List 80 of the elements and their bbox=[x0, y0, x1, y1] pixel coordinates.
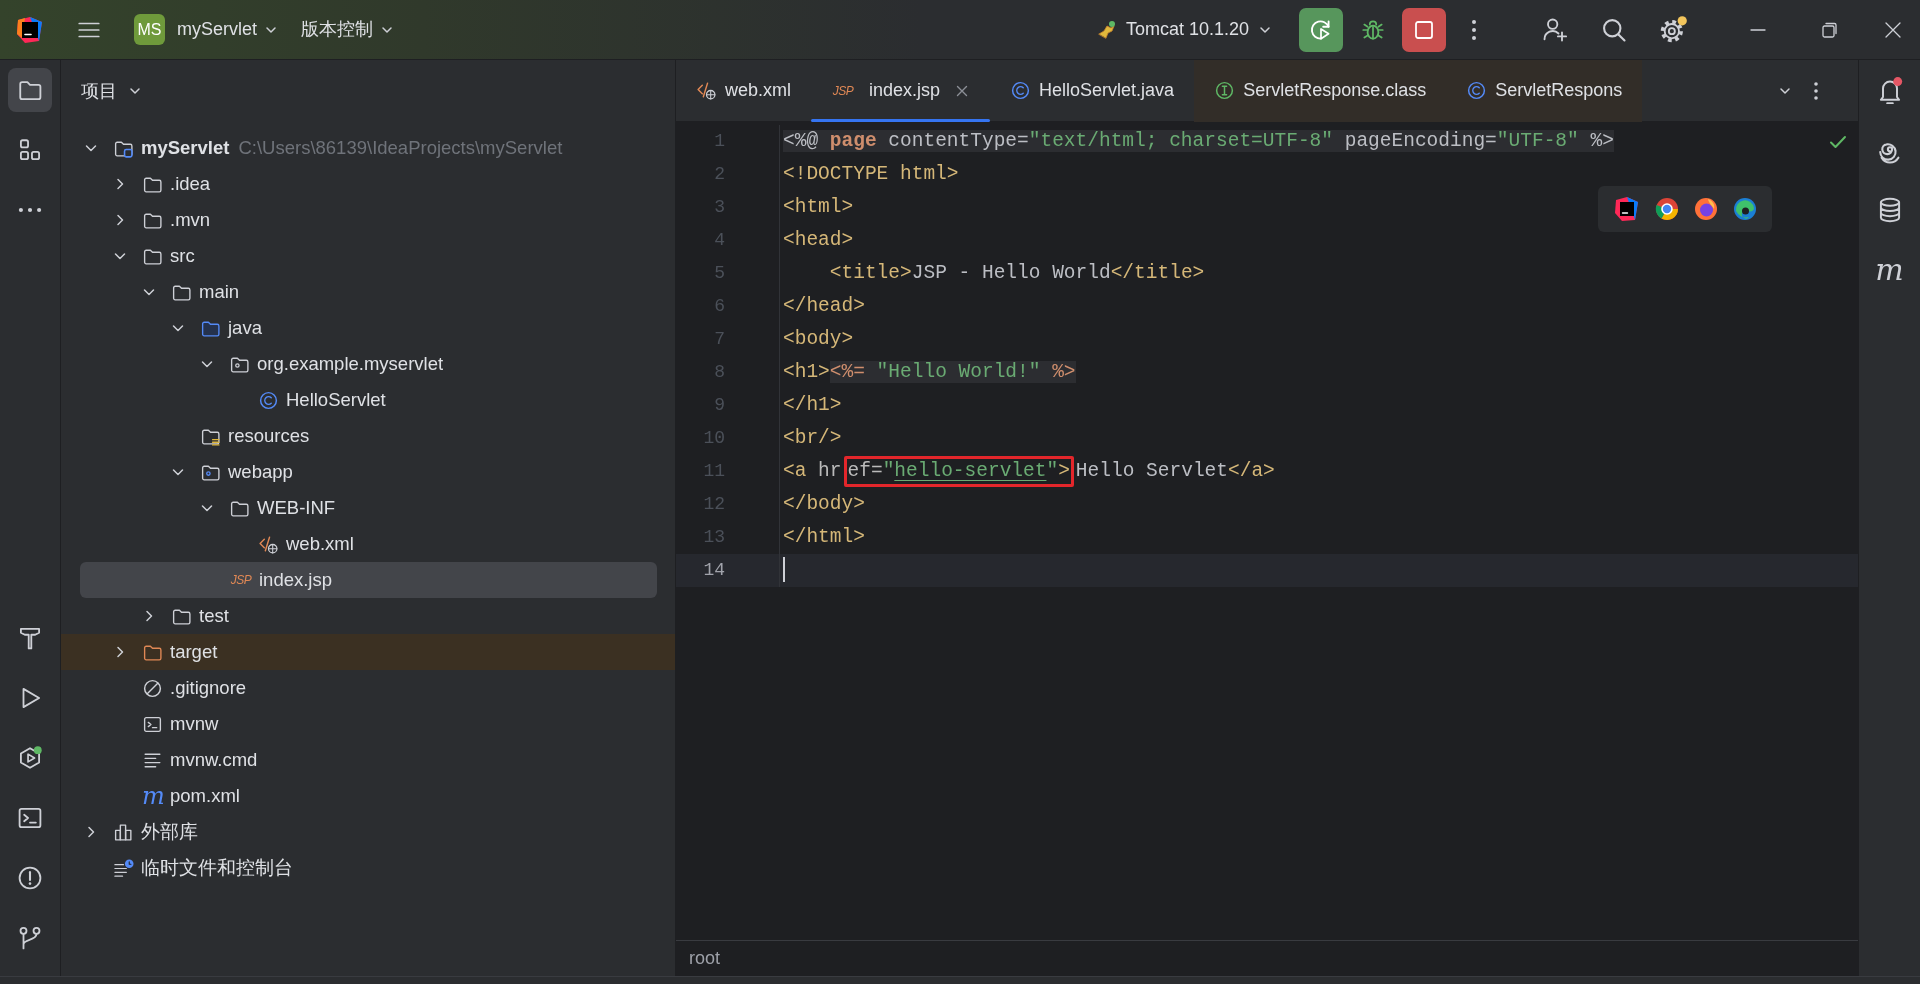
tree-item[interactable]: test bbox=[80, 598, 657, 634]
structure-icon[interactable] bbox=[17, 137, 43, 163]
more-icon[interactable] bbox=[1471, 17, 1477, 42]
code-line: <br/> bbox=[782, 426, 842, 451]
browser-icon[interactable] bbox=[1732, 197, 1757, 221]
tree-item[interactable]: m pom.xml bbox=[80, 778, 657, 814]
maven-icon: m bbox=[142, 784, 164, 808]
more-icon[interactable] bbox=[1813, 79, 1819, 102]
vcs-menu[interactable]: 版本控制 bbox=[301, 16, 395, 43]
code-line: </body> bbox=[782, 492, 865, 517]
class-icon bbox=[258, 389, 279, 411]
code-line: </h1> bbox=[782, 393, 842, 418]
library-icon bbox=[113, 821, 134, 843]
warning-icon[interactable] bbox=[17, 865, 43, 891]
code-line: <!DOCTYPE html> bbox=[782, 162, 959, 187]
interface-icon bbox=[1214, 80, 1236, 101]
code-line: </head> bbox=[782, 294, 865, 319]
xml-file-icon bbox=[696, 80, 717, 101]
restore-icon[interactable] bbox=[1821, 20, 1839, 39]
text-cursor bbox=[783, 557, 785, 583]
code-text: Hello Servlet</a> bbox=[1075, 460, 1275, 482]
code-line: <head> bbox=[782, 228, 854, 253]
class-icon bbox=[1466, 80, 1488, 101]
project-path: C:\Users\86139\IdeaProjects\myServlet bbox=[238, 136, 563, 161]
tree-item[interactable]: .idea bbox=[80, 166, 657, 202]
close-icon[interactable] bbox=[1884, 20, 1902, 39]
ignore-file-icon bbox=[142, 677, 163, 699]
panel-title-menu[interactable]: 项目 bbox=[81, 77, 143, 105]
tree-item[interactable]: myServlet C:\Users\86139\IdeaProjects\myServlet bbox=[80, 130, 657, 166]
code-line: <body> bbox=[782, 327, 854, 352]
hammer-icon[interactable] bbox=[17, 625, 43, 651]
editor-tab[interactable]: web.xml bbox=[676, 59, 811, 122]
code-line: <h1><%= "Hello World!" %> bbox=[782, 360, 1076, 385]
tree-item[interactable]: java bbox=[80, 310, 657, 346]
tree-item[interactable]: src bbox=[80, 238, 657, 274]
code-text: <a hr bbox=[783, 460, 842, 482]
line-number: 14 bbox=[676, 554, 780, 587]
editor-tab[interactable]: ServletResponse.class bbox=[1194, 59, 1447, 122]
tree-item[interactable]: 外部库 bbox=[80, 814, 657, 850]
maven-icon[interactable]: m bbox=[1875, 255, 1904, 285]
terminal-icon[interactable] bbox=[17, 805, 43, 831]
rerun-button[interactable] bbox=[1299, 7, 1343, 52]
branch-icon[interactable] bbox=[17, 925, 43, 951]
scratch-icon bbox=[113, 857, 134, 879]
editor-tab[interactable]: HelloServlet.java bbox=[990, 59, 1195, 122]
code-line: </html> bbox=[782, 525, 865, 550]
tree-item[interactable]: resources bbox=[80, 418, 657, 454]
project-badge: MS bbox=[134, 14, 165, 45]
browser-icon[interactable] bbox=[1654, 197, 1679, 221]
tree-item[interactable]: .mvn bbox=[80, 202, 657, 238]
tree-item[interactable]: WEB-INF bbox=[80, 490, 657, 526]
breadcrumb[interactable]: root bbox=[689, 945, 721, 972]
tree-item[interactable]: HelloServlet bbox=[80, 382, 657, 418]
tree-item[interactable]: mvnw bbox=[80, 706, 657, 742]
settings-icon[interactable] bbox=[1658, 14, 1688, 45]
services-icon[interactable] bbox=[17, 745, 43, 771]
tree-item[interactable]: .gitignore bbox=[80, 670, 657, 706]
tree-item[interactable]: main bbox=[80, 274, 657, 310]
tree-item[interactable]: JSP index.jsp bbox=[80, 562, 657, 598]
app-logo-icon[interactable] bbox=[16, 15, 44, 44]
project-menu[interactable]: MS myServlet bbox=[134, 14, 279, 45]
jsp-file-icon: JSP bbox=[831, 81, 855, 100]
jsp-file-icon: JSP bbox=[229, 571, 253, 589]
tree-item[interactable]: web.xml bbox=[80, 526, 657, 562]
class-icon bbox=[1010, 80, 1032, 101]
browser-icon[interactable] bbox=[1693, 197, 1718, 221]
code-line: <html> bbox=[782, 195, 854, 220]
tree-item[interactable]: target bbox=[61, 634, 675, 670]
editor-tab[interactable]: JSP index.jsp bbox=[811, 59, 991, 122]
annotation-box: ef="hello-servlet"> bbox=[843, 456, 1074, 487]
tree-item[interactable]: webapp bbox=[80, 454, 657, 490]
xml-file-icon bbox=[258, 533, 279, 555]
editor-tab[interactable]: ServletRespons bbox=[1446, 59, 1643, 122]
tree-item[interactable]: 临时文件和控制台 bbox=[80, 850, 657, 886]
ide-icon[interactable] bbox=[1613, 196, 1640, 222]
run-config-menu[interactable]: Tomcat 10.1.20 bbox=[1095, 16, 1273, 43]
code-line: <title>JSP - Hello World</title> bbox=[828, 261, 1205, 286]
tree-item[interactable]: mvnw.cmd bbox=[80, 742, 657, 778]
tree-item[interactable]: org.example.myservlet bbox=[80, 346, 657, 382]
stop-button[interactable] bbox=[1402, 7, 1446, 52]
